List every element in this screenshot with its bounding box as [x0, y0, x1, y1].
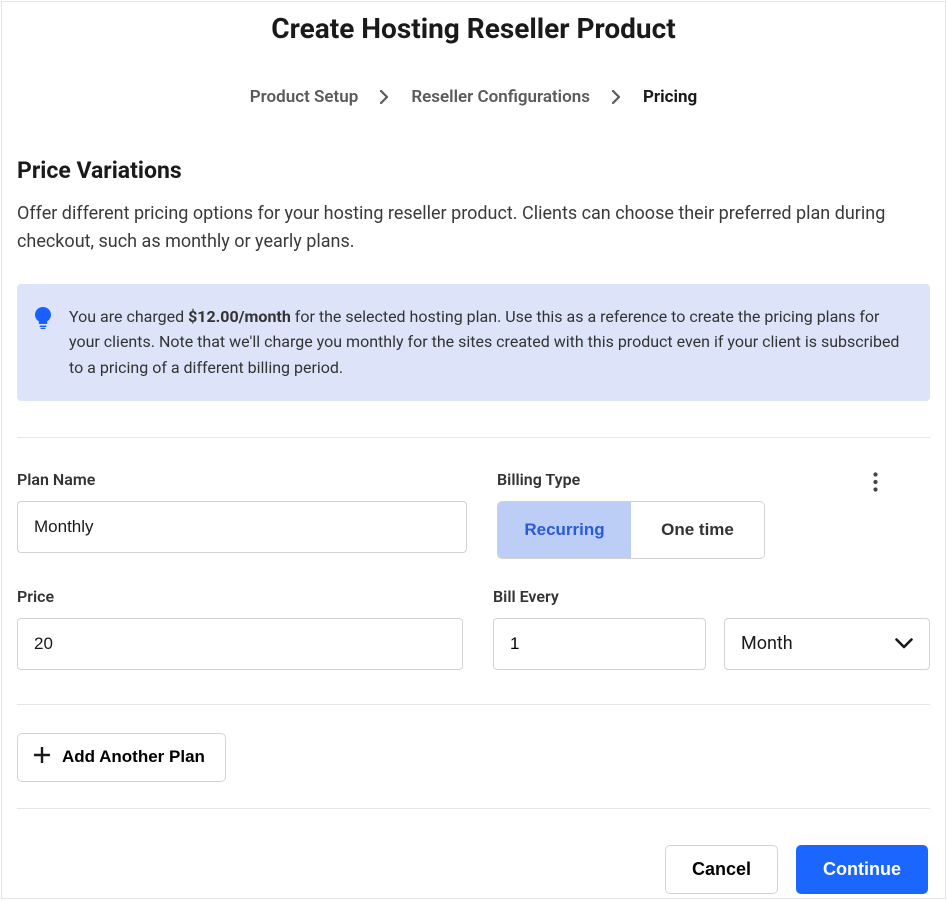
- bill-every-label: Bill Every: [493, 587, 930, 606]
- chevron-down-icon: [895, 633, 913, 654]
- info-callout: You are charged $12.00/month for the sel…: [17, 284, 930, 401]
- section-description: Offer different pricing options for your…: [17, 200, 930, 256]
- lightbulb-icon: [35, 307, 51, 333]
- breadcrumb-item-reseller-configurations[interactable]: Reseller Configurations: [411, 87, 590, 107]
- billing-type-onetime[interactable]: One time: [631, 502, 764, 558]
- chevron-right-icon: [380, 90, 389, 104]
- continue-button[interactable]: Continue: [796, 845, 928, 894]
- add-another-plan-button[interactable]: Add Another Plan: [17, 733, 226, 782]
- bill-every-unit-select[interactable]: Month: [724, 618, 930, 670]
- info-text: You are charged $12.00/month for the sel…: [69, 304, 910, 381]
- bill-every-unit-value: Month: [741, 633, 793, 654]
- breadcrumb: Product Setup Reseller Configurations Pr…: [2, 87, 945, 107]
- page-title: Create Hosting Reseller Product: [2, 2, 945, 45]
- cancel-button[interactable]: Cancel: [665, 845, 778, 894]
- bill-every-input[interactable]: [493, 618, 706, 670]
- plan-name-input[interactable]: [17, 501, 467, 553]
- price-label: Price: [17, 587, 463, 606]
- divider: [17, 437, 930, 438]
- divider: [17, 704, 930, 705]
- breadcrumb-item-pricing[interactable]: Pricing: [643, 87, 697, 107]
- footer-actions: Cancel Continue: [17, 845, 930, 894]
- billing-type-segmented: Recurring One time: [497, 501, 765, 559]
- chevron-right-icon: [612, 90, 621, 104]
- billing-type-label: Billing Type: [497, 470, 930, 489]
- section-title: Price Variations: [17, 157, 930, 184]
- add-another-plan-label: Add Another Plan: [62, 747, 205, 767]
- billing-type-recurring[interactable]: Recurring: [498, 502, 631, 558]
- plan-name-label: Plan Name: [17, 470, 467, 489]
- breadcrumb-item-product-setup[interactable]: Product Setup: [250, 87, 359, 107]
- kebab-icon[interactable]: [869, 468, 882, 500]
- divider: [17, 808, 930, 809]
- plus-icon: [34, 747, 50, 768]
- price-input[interactable]: [17, 618, 463, 670]
